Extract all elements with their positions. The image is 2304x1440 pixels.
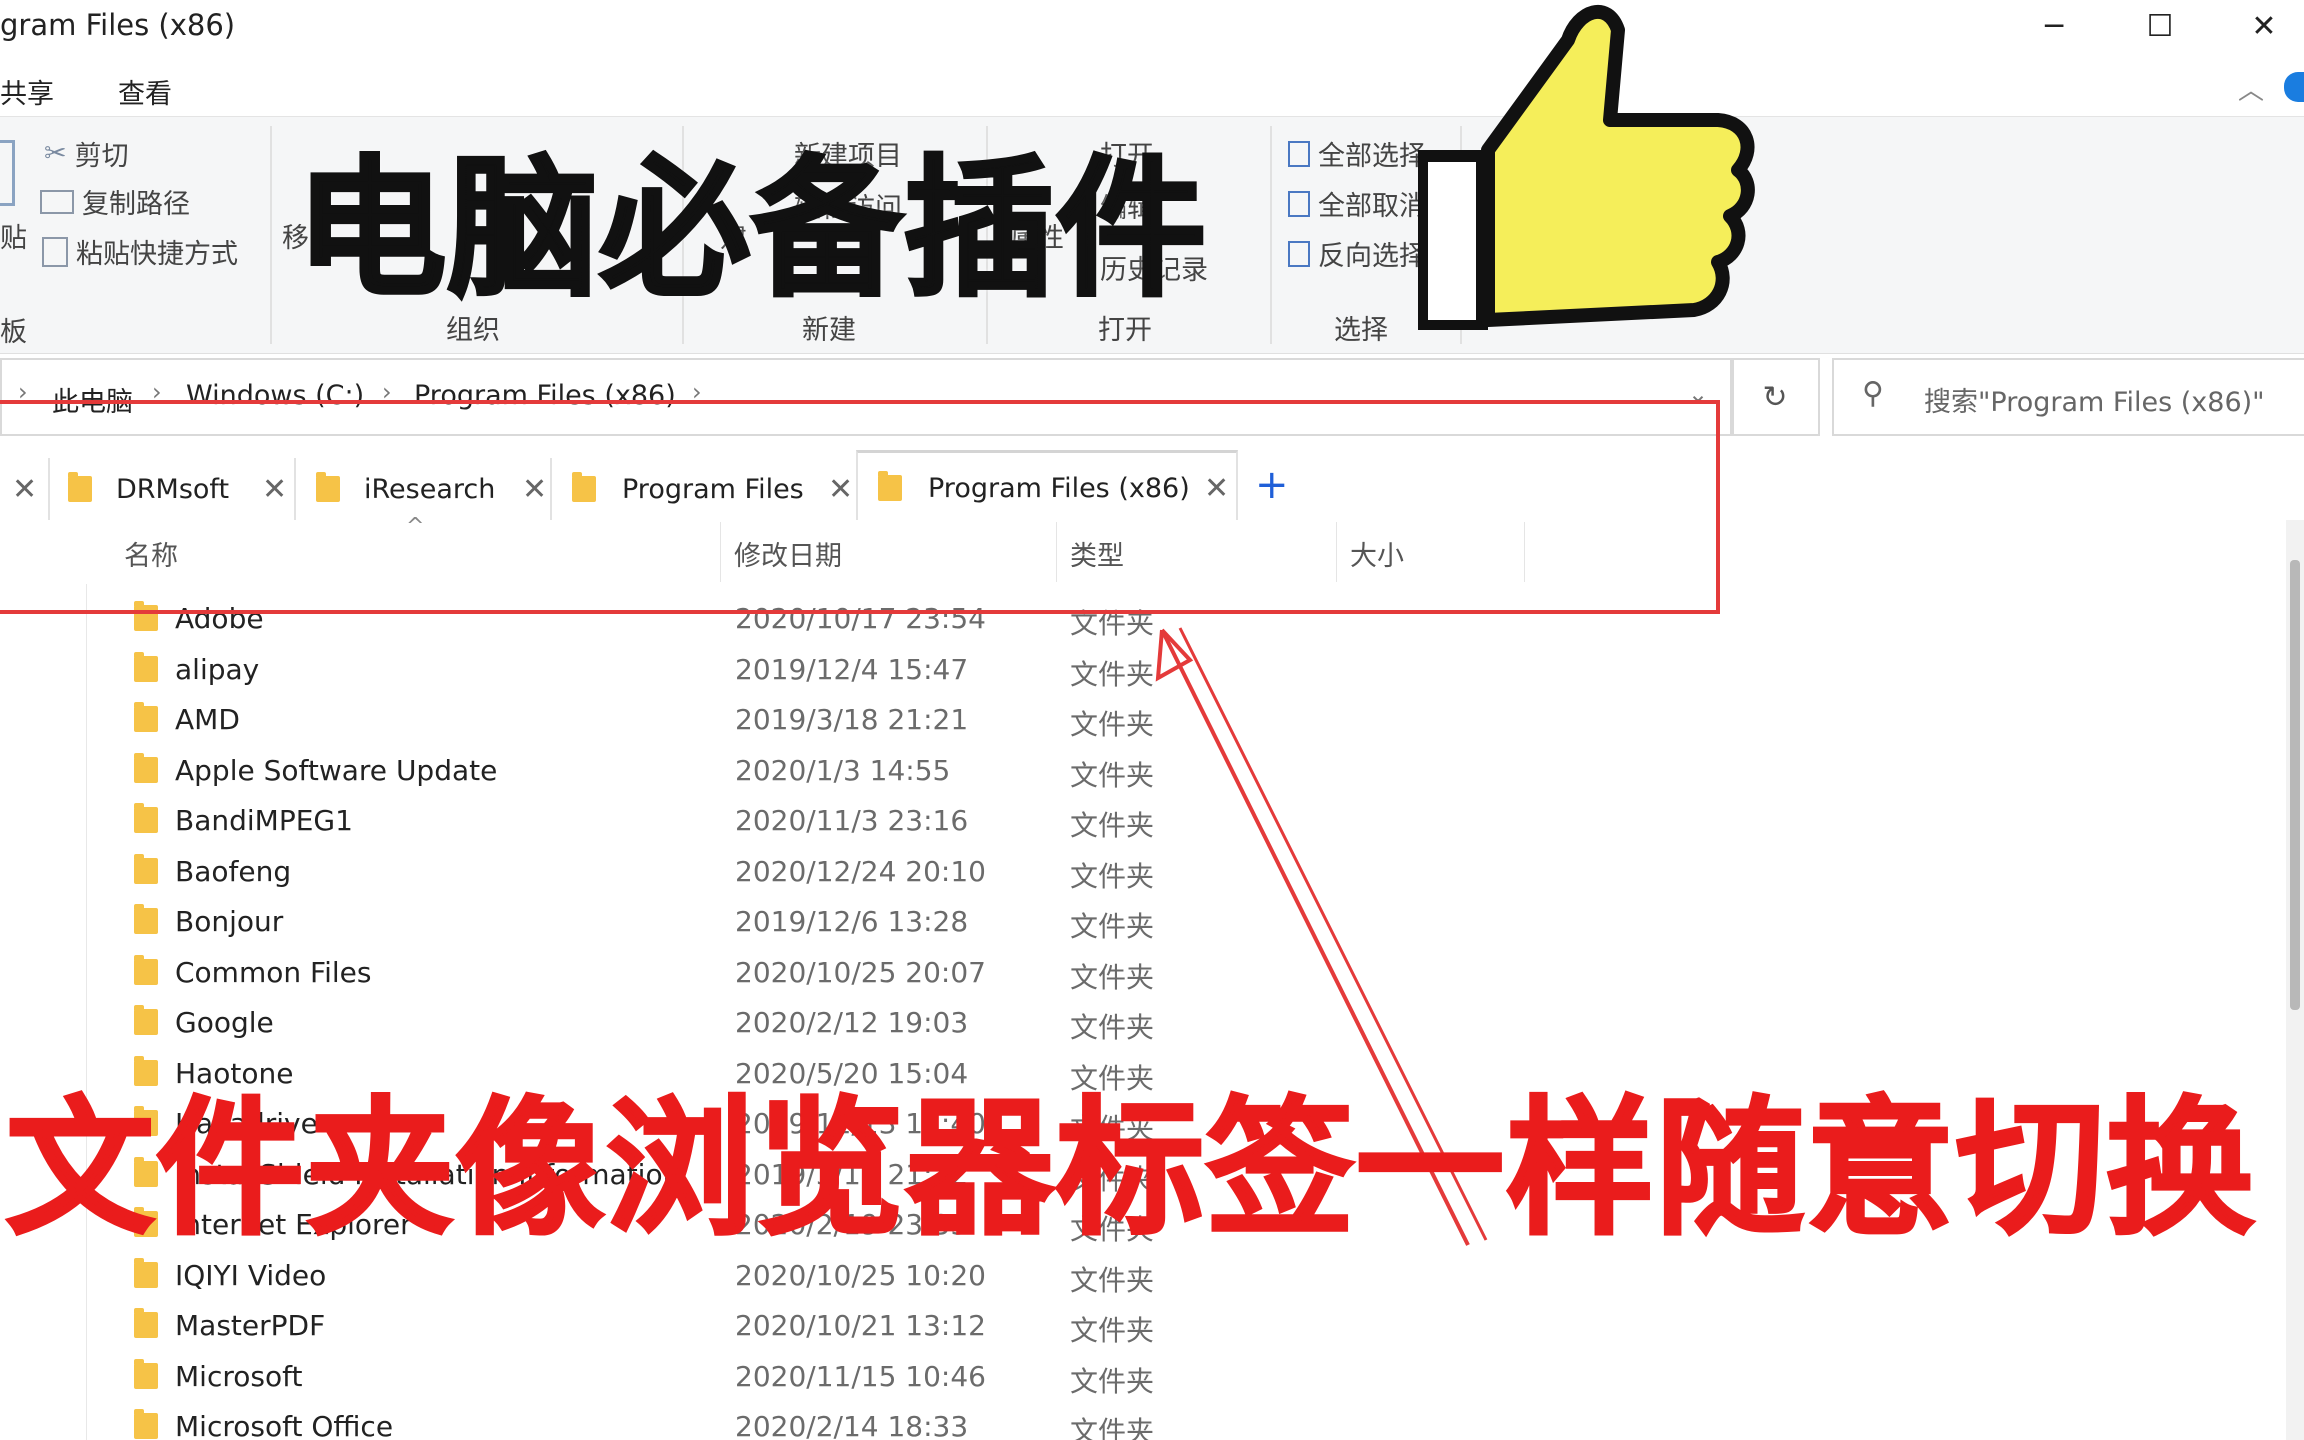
folder-icon: [134, 1005, 158, 1035]
file-row[interactable]: BandiMPEG1 2020/11/3 23:16 文件夹: [0, 798, 2200, 848]
file-type: 文件夹: [1070, 1415, 1155, 1440]
scissors-icon: ✂: [44, 138, 67, 169]
search-input[interactable]: 搜索"Program Files (x86)": [1924, 380, 2265, 419]
file-row[interactable]: Apple Software Update 2020/1/3 14:55 文件夹: [0, 748, 2200, 798]
file-row[interactable]: Bonjour 2019/12/6 13:28 文件夹: [0, 899, 2200, 949]
file-type: 文件夹: [1070, 910, 1155, 943]
paste-label[interactable]: 贴: [0, 216, 27, 255]
file-list: Adobe 2020/10/17 23:54 文件夹 alipay 2019/12/4 …: [0, 596, 2200, 1440]
file-row[interactable]: alipay 2019/12/4 15:47 文件夹: [0, 647, 2200, 697]
folder-icon: [134, 954, 158, 985]
invert-selection-icon: [1288, 240, 1310, 267]
thumbs-up-icon: [1418, 4, 1755, 330]
cut-button[interactable]: ✂ 剪切: [44, 134, 129, 173]
file-row[interactable]: Microsoft 2020/11/15 10:46 文件夹: [0, 1354, 2200, 1404]
file-name: Bonjour: [175, 905, 284, 938]
file-name: AMD: [175, 703, 240, 736]
file-date: 2020/11/3 23:16: [735, 804, 969, 837]
file-name: Microsoft: [175, 1359, 303, 1393]
clipboard-group-label: 板: [0, 317, 27, 348]
file-type: 文件夹: [1070, 708, 1155, 741]
file-date: 2019/3/18 21:21: [735, 703, 969, 736]
file-type: 文件夹: [1070, 1314, 1155, 1347]
help-icon[interactable]: [2284, 72, 2304, 102]
refresh-icon: ↻: [1762, 379, 1788, 415]
folder-icon: [134, 1308, 158, 1338]
window-title: gram Files (x86): [0, 8, 236, 42]
file-name: Apple Software Update: [175, 753, 498, 787]
folder-icon: [134, 752, 158, 783]
file-type: 文件夹: [1070, 1263, 1155, 1297]
copy-path-button[interactable]: 复制路径: [40, 182, 190, 221]
file-date: 2019/12/6 13:28: [735, 905, 969, 938]
file-date: 2020/1/3 14:55: [735, 753, 951, 787]
file-row[interactable]: Common Files 2020/10/25 20:07 文件夹: [0, 950, 2200, 1000]
file-name: MasterPDF: [175, 1309, 326, 1342]
caption-overlay: 文件夹像浏览器标签一样随意切换: [5, 1082, 2256, 1257]
folder-icon: [134, 651, 158, 682]
ribbon-separator: [1270, 126, 1272, 344]
file-date: 2020/2/12 19:03: [735, 1006, 969, 1039]
file-date: 2020/2/14 18:33: [735, 1410, 969, 1440]
collapse-ribbon-icon[interactable]: ︿: [2238, 70, 2264, 107]
file-name: Common Files: [175, 955, 372, 989]
file-row[interactable]: Google 2020/2/12 19:03 文件夹: [0, 1000, 2200, 1050]
select-none-icon: [1288, 190, 1310, 217]
folder-icon: [134, 1409, 158, 1439]
file-row[interactable]: MasterPDF 2020/10/21 13:12 文件夹: [0, 1303, 2200, 1353]
minimize-button[interactable]: ─: [2004, 0, 2104, 52]
menu-bar: [0, 56, 2304, 116]
file-type: 文件夹: [1070, 859, 1155, 893]
paste-icon[interactable]: [0, 140, 15, 206]
file-row[interactable]: Baofeng 2020/12/24 20:10 文件夹: [0, 849, 2200, 899]
file-row[interactable]: AMD 2019/3/18 21:21 文件夹: [0, 697, 2200, 747]
scrollbar-thumb[interactable]: [2290, 560, 2300, 1010]
shortcut-icon: [42, 236, 68, 267]
search-icon: ⚲: [1862, 376, 1884, 411]
file-name: IQIYI Video: [175, 1258, 327, 1292]
file-date: 2020/10/21 13:12: [735, 1309, 986, 1342]
annotation-highlight-box: [0, 400, 1720, 614]
file-type: 文件夹: [1070, 657, 1155, 691]
select-none-button[interactable]: 全部取消: [1288, 184, 1426, 223]
file-name: Microsoft Office: [175, 1410, 394, 1440]
menu-view[interactable]: 查看: [118, 72, 172, 111]
select-all-icon: [1288, 140, 1310, 167]
folder-icon: [134, 1257, 158, 1288]
invert-selection-button[interactable]: 反向选择: [1288, 234, 1426, 273]
file-date: 2020/12/24 20:10: [735, 854, 986, 888]
file-name: Google: [175, 1006, 274, 1039]
file-row[interactable]: Microsoft Office 2020/2/14 18:33 文件夹: [0, 1404, 2200, 1440]
file-type: 文件夹: [1070, 758, 1155, 792]
select-all-button[interactable]: 全部选择: [1288, 134, 1426, 173]
copy-path-icon: [40, 189, 74, 214]
file-name: BandiMPEG1: [175, 804, 353, 837]
folder-icon: [134, 853, 158, 884]
select-group-label: 选择: [1334, 315, 1388, 346]
file-type: 文件夹: [1070, 960, 1155, 994]
refresh-button[interactable]: ↻: [1730, 358, 1820, 436]
file-date: 2020/10/25 20:07: [735, 955, 986, 989]
file-type: 文件夹: [1070, 1011, 1155, 1044]
file-date: 2019/12/4 15:47: [735, 652, 969, 686]
headline-overlay: 电脑必备插件: [294, 141, 1209, 319]
title-bar: [0, 0, 2304, 56]
file-type: 文件夹: [1070, 1364, 1155, 1398]
folder-icon: [134, 803, 158, 833]
folder-icon: [134, 1358, 158, 1389]
close-button[interactable]: ✕: [2214, 0, 2304, 52]
paste-shortcut-button[interactable]: 粘贴快捷方式: [42, 232, 238, 271]
file-date: 2020/10/25 10:20: [735, 1258, 986, 1292]
folder-icon: [134, 702, 158, 732]
file-date: 2020/11/15 10:46: [735, 1359, 986, 1393]
maximize-button[interactable]: ☐: [2110, 0, 2210, 52]
file-type: 文件夹: [1070, 809, 1155, 842]
menu-share[interactable]: 共享: [0, 72, 54, 111]
file-name: Baofeng: [175, 854, 292, 888]
folder-icon: [134, 904, 158, 934]
ribbon-separator: [270, 126, 272, 344]
file-name: alipay: [175, 652, 260, 686]
